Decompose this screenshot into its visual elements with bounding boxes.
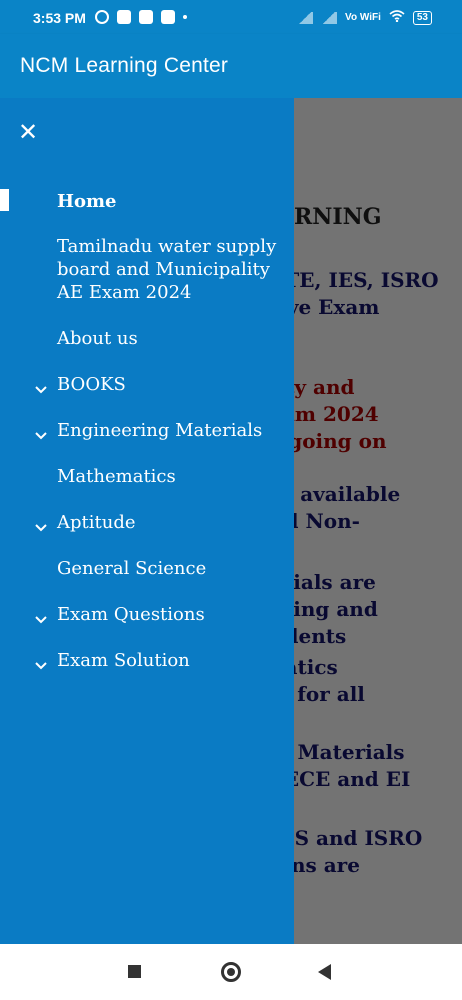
signal-icon (297, 11, 314, 24)
system-nav-bar (0, 944, 462, 1000)
wifi-icon (389, 10, 405, 25)
navigation-drawer: ✕ Home Tamilnadu water supply board and M… (0, 98, 294, 944)
drawer-item-label: About us (57, 328, 138, 349)
drawer-item-label: Exam Solution (57, 650, 190, 671)
drawer-item-label: Tamilnadu water supply board and Municip… (57, 236, 277, 303)
alarm-icon (95, 10, 109, 24)
more-notifications-icon (183, 15, 187, 19)
drawer-item-label: Aptitude (57, 512, 136, 533)
chevron-down-icon[interactable] (35, 654, 47, 670)
chevron-down-icon[interactable] (35, 424, 47, 440)
battery-icon: 53 (412, 10, 432, 25)
status-bar: 3:53 PM Vo WiFi 53 (0, 0, 462, 34)
network-label: Vo WiFi (345, 12, 381, 23)
close-icon: ✕ (17, 118, 39, 146)
system-icons: Vo WiFi 53 (297, 10, 432, 25)
chevron-down-icon[interactable] (35, 608, 47, 624)
drawer-item-label: Engineering Materials (57, 420, 263, 441)
app-title: NCM Learning Center (20, 54, 229, 77)
drawer-item-label: BOOKS (57, 374, 126, 395)
drawer-item-label: Mathematics (57, 466, 176, 487)
chevron-down-icon[interactable] (35, 516, 47, 532)
app-bar: NCM Learning Center (0, 34, 462, 98)
drawer-item-label: General Science (57, 558, 207, 579)
home-button[interactable] (221, 962, 241, 982)
chevron-down-icon[interactable] (35, 378, 47, 394)
status-time: 3:53 PM (33, 10, 86, 26)
close-drawer-button[interactable]: ✕ (14, 118, 42, 146)
drive-icon (139, 10, 153, 24)
drawer-item-label: Home (57, 191, 117, 212)
app-notification-icon (117, 10, 131, 24)
drawer-item-label: Exam Questions (57, 604, 205, 625)
signal-icon-2 (321, 11, 338, 24)
active-indicator (0, 189, 9, 211)
recents-button[interactable] (128, 965, 141, 978)
back-button[interactable] (318, 964, 331, 980)
youtube-icon (161, 10, 175, 24)
notification-icons (95, 10, 187, 24)
